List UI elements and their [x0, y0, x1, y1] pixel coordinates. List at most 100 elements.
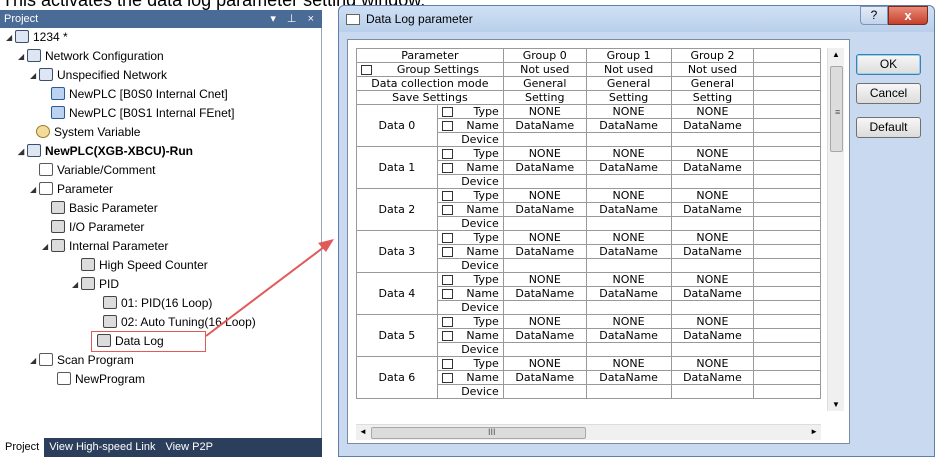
tree-node-scan-program[interactable]: ◢ Scan Program	[30, 351, 134, 370]
grid-value-cell[interactable]	[502, 216, 587, 231]
grid-value-cell[interactable]	[585, 216, 672, 231]
grid-value-cell[interactable]: DataName	[585, 202, 672, 217]
grid-value-cell[interactable]	[585, 342, 672, 357]
grid-value-cell[interactable]: NONE	[585, 146, 672, 161]
tree-node-pid-16-loop[interactable]: 01: PID(16 Loop)	[103, 294, 212, 313]
grid-value-cell[interactable]: NONE	[502, 356, 587, 371]
grid-value-cell[interactable]: NONE	[670, 188, 755, 203]
grid-value-cell[interactable]: DataName	[502, 370, 587, 385]
vertical-scroll-thumb[interactable]: ≡	[830, 66, 843, 152]
grid-value-cell[interactable]: DataName	[670, 370, 755, 385]
tab-view-high-speed-link[interactable]: View High-speed Link	[44, 438, 160, 457]
grid-value-cell[interactable]: NONE	[502, 188, 587, 203]
grid-value-cell[interactable]: General	[502, 76, 587, 91]
row-checkbox[interactable]	[441, 330, 453, 341]
default-button[interactable]: Default	[856, 117, 921, 138]
grid-value-cell[interactable]	[670, 384, 755, 399]
row-checkbox[interactable]	[441, 148, 453, 159]
tree-node-plc-run[interactable]: ◢ NewPLC(XGB-XBCU)-Run	[18, 142, 193, 161]
tree-node-project[interactable]: ◢ 1234 *	[6, 28, 68, 47]
scroll-down-icon[interactable]: ▼	[832, 400, 840, 409]
tree-node-system-variable[interactable]: System Variable	[27, 123, 140, 142]
grid-value-cell[interactable]: NONE	[670, 230, 755, 245]
grid-value-cell[interactable]: DataName	[670, 244, 755, 259]
grid-value-cell[interactable]	[585, 300, 672, 315]
grid-value-cell[interactable]	[502, 132, 587, 147]
scroll-up-icon[interactable]: ▲	[832, 50, 840, 59]
grid-value-cell[interactable]: NONE	[585, 272, 672, 287]
grid-value-cell[interactable]: NONE	[502, 146, 587, 161]
tab-view-p2p[interactable]: View P2P	[160, 438, 218, 457]
expand-icon[interactable]: ◢	[42, 237, 51, 256]
grid-value-cell[interactable]: NONE	[670, 356, 755, 371]
grid-value-cell[interactable]: DataName	[502, 286, 587, 301]
grid-value-cell[interactable]: NONE	[585, 314, 672, 329]
row-checkbox[interactable]	[441, 232, 453, 243]
tree-node-plc-fenet[interactable]: NewPLC [B0S1 Internal FEnet]	[51, 104, 234, 123]
tree-node-variable-comment[interactable]: Variable/Comment	[39, 161, 155, 180]
grid-value-cell[interactable]: Setting	[585, 90, 672, 105]
vertical-scrollbar[interactable]: ▲ ≡ ▼	[827, 48, 844, 411]
row-checkbox[interactable]	[441, 274, 453, 285]
close-button[interactable]: x	[888, 6, 928, 25]
grid-value-cell[interactable]	[585, 174, 672, 189]
tree-node-basic-parameter[interactable]: Basic Parameter	[51, 199, 158, 218]
grid-value-cell[interactable]: NONE	[670, 314, 755, 329]
grid-value-cell[interactable]: Not used	[585, 62, 672, 77]
tree-node-io-parameter[interactable]: I/O Parameter	[51, 218, 144, 237]
grid-value-cell[interactable]	[502, 174, 587, 189]
scroll-right-icon[interactable]: ►	[810, 427, 818, 436]
grid-value-cell[interactable]: DataName	[585, 118, 672, 133]
cancel-button[interactable]: Cancel	[856, 83, 921, 104]
grid-value-cell[interactable]: DataName	[585, 286, 672, 301]
row-checkbox[interactable]	[441, 120, 453, 131]
grid-value-cell[interactable]: DataName	[585, 160, 672, 175]
tab-project[interactable]: Project	[0, 438, 45, 457]
grid-value-cell[interactable]: NONE	[502, 314, 587, 329]
grid-value-cell[interactable]: Setting	[502, 90, 587, 105]
grid-value-cell[interactable]: DataName	[502, 202, 587, 217]
grid-value-cell[interactable]: DataName	[670, 118, 755, 133]
tree-node-pid[interactable]: ◢ PID	[72, 275, 119, 294]
grid-value-cell[interactable]: NONE	[670, 272, 755, 287]
grid-value-cell[interactable]: NONE	[585, 230, 672, 245]
grid-value-cell[interactable]: Not used	[670, 62, 755, 77]
grid-value-cell[interactable]: DataName	[670, 202, 755, 217]
grid-value-cell[interactable]	[585, 258, 672, 273]
grid-value-cell[interactable]	[502, 384, 587, 399]
tree-node-parameter[interactable]: ◢ Parameter	[30, 180, 113, 199]
tree-node-plc-cnet[interactable]: NewPLC [B0S0 Internal Cnet]	[51, 85, 228, 104]
grid-value-cell[interactable]: DataName	[502, 160, 587, 175]
grid-value-cell[interactable]: DataName	[502, 328, 587, 343]
grid-value-cell[interactable]	[502, 258, 587, 273]
grid-value-cell[interactable]: NONE	[670, 146, 755, 161]
grid-value-cell[interactable]: General	[585, 76, 672, 91]
horizontal-scrollbar[interactable]: ◄ III ►	[356, 424, 821, 440]
row-checkbox[interactable]	[441, 372, 453, 383]
group-settings-checkbox[interactable]	[361, 64, 372, 75]
tree-node-unspecified-network[interactable]: ◢ Unspecified Network	[30, 66, 167, 85]
grid-value-cell[interactable]: General	[670, 76, 755, 91]
grid-value-cell[interactable]: DataName	[585, 328, 672, 343]
ok-button[interactable]: OK	[856, 54, 921, 75]
grid-value-cell[interactable]	[502, 342, 587, 357]
expand-icon[interactable]: ◢	[30, 180, 39, 199]
row-checkbox[interactable]	[441, 358, 453, 369]
grid-value-cell[interactable]: DataName	[670, 160, 755, 175]
grid-value-cell[interactable]: NONE	[585, 188, 672, 203]
grid-value-cell[interactable]: DataName	[502, 244, 587, 259]
grid-value-cell[interactable]: NONE	[502, 272, 587, 287]
grid-value-cell[interactable]	[670, 216, 755, 231]
grid-value-cell[interactable]: DataName	[585, 244, 672, 259]
grid-value-cell[interactable]: DataName	[670, 328, 755, 343]
scroll-left-icon[interactable]: ◄	[359, 427, 367, 436]
tree-node-new-program[interactable]: NewProgram	[57, 370, 145, 389]
expand-icon[interactable]: ◢	[30, 66, 39, 85]
expand-icon[interactable]: ◢	[6, 28, 15, 47]
grid-value-cell[interactable]: DataName	[585, 370, 672, 385]
grid-value-cell[interactable]	[670, 342, 755, 357]
grid-value-cell[interactable]: DataName	[502, 118, 587, 133]
panel-controls[interactable]: ▾ ⊥ ×	[270, 10, 318, 28]
grid-value-cell[interactable]: NONE	[585, 356, 672, 371]
row-checkbox[interactable]	[441, 288, 453, 299]
